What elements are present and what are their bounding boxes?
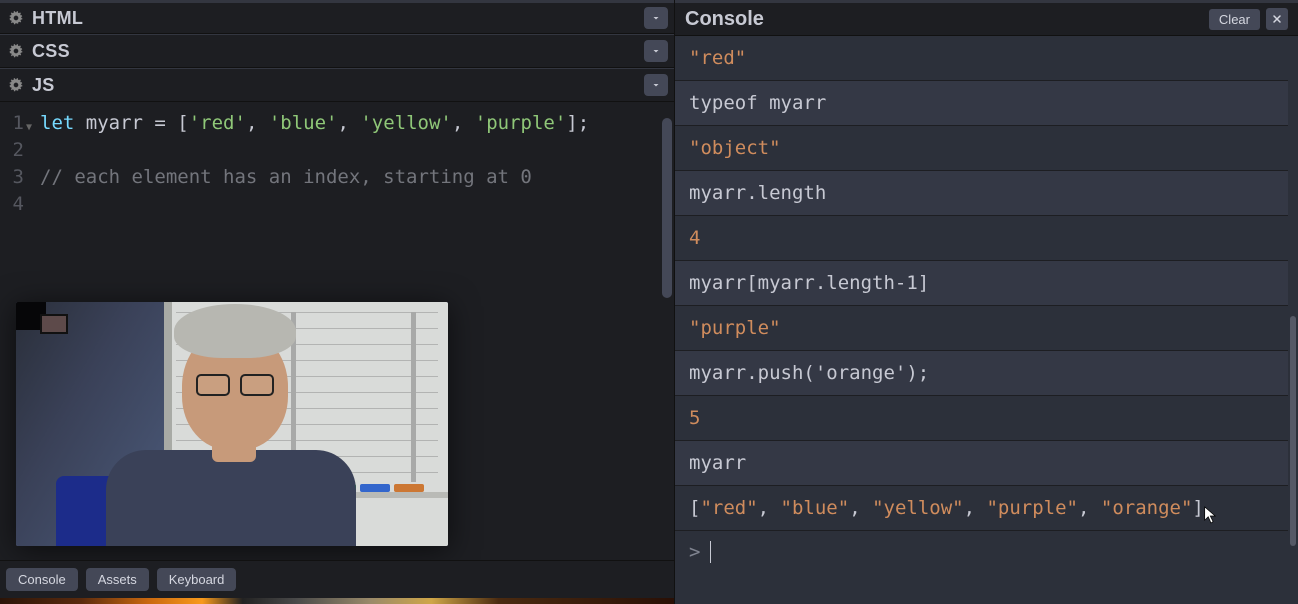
clear-button[interactable]: Clear [1209, 9, 1260, 30]
chevron-down-icon[interactable] [644, 40, 668, 62]
fold-caret-icon[interactable]: ▼ [26, 114, 32, 141]
webcam-overlay [16, 302, 448, 546]
chevron-down-icon[interactable] [644, 7, 668, 29]
gear-icon[interactable] [6, 75, 26, 95]
editor-code[interactable]: let myarr = ['red', 'blue', 'yellow', 'p… [40, 110, 674, 191]
console-output-row: 4 [675, 216, 1288, 261]
js-panel-header[interactable]: JS [0, 68, 674, 102]
console-output-row: 5 [675, 396, 1288, 441]
prompt-caret-icon: > [689, 541, 700, 563]
console-toggle-button[interactable]: Console [6, 568, 78, 591]
css-panel-title: CSS [32, 41, 70, 62]
console-header: Console Clear [675, 0, 1298, 36]
gear-icon[interactable] [6, 8, 26, 28]
bottom-bar: Console Assets Keyboard [0, 560, 674, 598]
html-panel-title: HTML [32, 8, 83, 29]
editor-scrollbar[interactable] [660, 116, 674, 604]
js-panel-title: JS [32, 75, 55, 96]
console-body[interactable]: "red"typeof myarr"object"myarr.length4my… [675, 36, 1298, 604]
decorative-strip [0, 598, 674, 604]
console-input-row: myarr [675, 441, 1288, 486]
css-panel-header[interactable]: CSS [0, 34, 674, 68]
html-panel-header[interactable]: HTML [0, 0, 674, 34]
console-prompt[interactable]: > [675, 531, 1288, 573]
console-input-row: typeof myarr [675, 81, 1288, 126]
chevron-down-icon[interactable] [644, 74, 668, 96]
console-output-row: ["red", "blue", "yellow", "purple", "ora… [675, 486, 1288, 531]
gear-icon[interactable] [6, 41, 26, 61]
keyboard-button[interactable]: Keyboard [157, 568, 237, 591]
console-output-row: "purple" [675, 306, 1288, 351]
close-icon[interactable] [1266, 8, 1288, 30]
console-input-row: myarr.push('orange'); [675, 351, 1288, 396]
console-title: Console [685, 8, 764, 31]
console-output-row: "object" [675, 126, 1288, 171]
assets-button[interactable]: Assets [86, 568, 149, 591]
console-scrollbar[interactable] [1288, 36, 1298, 604]
console-output-row: "red" [675, 36, 1288, 81]
console-input-row: myarr.length [675, 171, 1288, 216]
console-input-row: myarr[myarr.length-1] [675, 261, 1288, 306]
